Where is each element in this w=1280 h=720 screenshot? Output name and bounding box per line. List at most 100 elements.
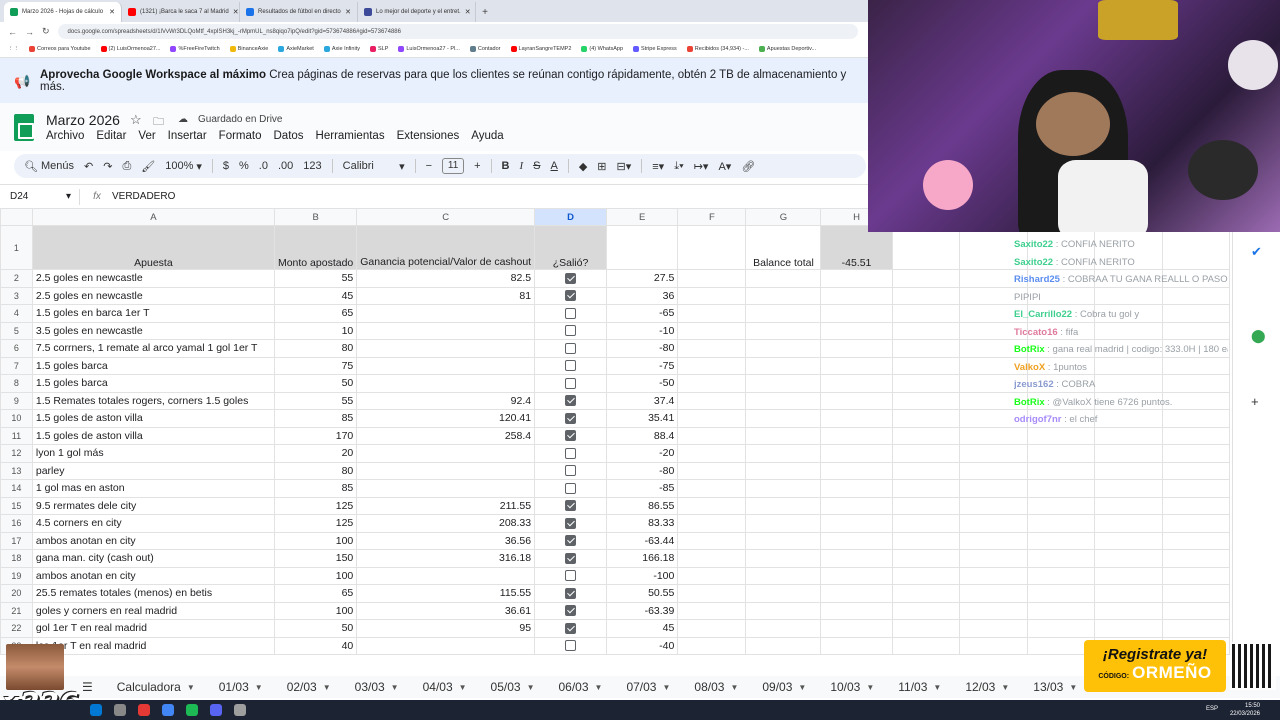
menus-search-button[interactable]: 🔍︎ Menús [24,160,74,173]
cell[interactable] [820,479,893,498]
cell[interactable] [1026,514,1096,533]
cell[interactable] [959,549,1028,568]
cell[interactable] [677,479,747,498]
cell[interactable] [677,356,747,375]
app-icon[interactable] [138,704,150,716]
column-header-d[interactable]: D [534,208,607,226]
checkbox-unchecked[interactable] [565,307,577,319]
row-number[interactable]: 11 [0,426,33,445]
add-addon-icon[interactable]: + [1251,394,1259,409]
menu-insertar[interactable]: Insertar [168,130,207,142]
cell-resultado[interactable]: -80 [605,461,679,480]
row-number[interactable]: 2 [0,269,33,288]
sheet-tab[interactable]: 01/03 ▼ [207,680,275,694]
cell-salio[interactable] [534,321,607,340]
cell[interactable] [891,514,961,533]
chrome-icon[interactable] [162,704,174,716]
doc-title[interactable]: Marzo 2026 [46,112,120,128]
row-number[interactable]: 3 [0,286,33,305]
cell[interactable] [745,321,822,340]
number-format-button[interactable]: 123 [303,160,321,172]
cell-ganancia[interactable]: 115.55 [356,584,536,603]
cell-resultado[interactable]: -63.44 [605,531,679,550]
cell-ganancia[interactable]: 92.4 [356,391,536,410]
cell[interactable] [891,339,961,358]
cell[interactable] [677,286,747,305]
cell-salio[interactable] [534,339,607,358]
header-apuesta[interactable]: Apuesta [31,225,275,270]
apps-grid-icon[interactable]: ⋮⋮ [8,46,19,52]
cell-resultado[interactable]: -75 [605,356,679,375]
cell[interactable] [820,391,893,410]
cell[interactable] [1026,531,1096,550]
menu-datos[interactable]: Datos [274,130,304,142]
cell-resultado[interactable]: -100 [605,566,679,585]
browser-tab-results[interactable]: Resultados de fútbol en directo ✕ [240,2,358,22]
cell-salio[interactable] [534,549,607,568]
tasks-icon[interactable]: ✔ [1251,244,1262,260]
checkbox-checked[interactable] [565,272,577,284]
cell-ganancia[interactable]: 316.18 [356,549,536,568]
cell[interactable] [745,479,822,498]
browser-tab-youtube[interactable]: (1321) ¡Barca le saca 7 al Madrid ✕ [122,2,240,22]
cell[interactable] [745,549,822,568]
menu-herramientas[interactable]: Herramientas [316,130,385,142]
cell[interactable] [891,374,961,393]
cell[interactable] [891,479,961,498]
cell-resultado[interactable]: 166.18 [605,549,679,568]
cell-salio[interactable] [534,619,607,638]
sheet-tab[interactable]: 06/03 ▼ [547,680,615,694]
row-number[interactable]: 18 [0,549,33,568]
cell-resultado[interactable]: -85 [605,479,679,498]
bold-icon[interactable]: B [502,160,510,172]
cell-monto[interactable]: 65 [273,304,358,323]
close-tab-icon[interactable]: ✕ [345,8,351,16]
currency-format-button[interactable]: $ [223,160,229,172]
cell[interactable] [677,461,747,480]
chevron-down-icon[interactable]: ▼ [459,683,467,692]
cell[interactable] [745,356,822,375]
font-size-input[interactable]: 11 [442,158,465,174]
cell[interactable] [959,584,1028,603]
cell-salio[interactable] [534,566,607,585]
cell[interactable] [745,391,822,410]
checkbox-checked[interactable] [565,395,577,407]
horizontal-align-icon[interactable]: ≡▾ [652,160,664,173]
cell-salio[interactable] [534,286,607,305]
sheet-tab[interactable]: 08/03 ▼ [682,680,750,694]
cell[interactable] [820,339,893,358]
cell[interactable] [891,391,961,410]
cell[interactable] [1161,549,1230,568]
cell[interactable] [677,339,747,358]
sheets-logo-icon[interactable] [14,114,34,141]
cell-resultado[interactable]: -80 [605,339,679,358]
bookmark-item[interactable]: (2) LuisOrmenoa27... [100,46,160,52]
cell[interactable] [1161,444,1230,463]
cell-resultado[interactable]: 88.4 [605,426,679,445]
cell[interactable] [959,444,1028,463]
cell-monto[interactable]: 75 [273,356,358,375]
cell-monto[interactable]: 85 [273,409,358,428]
cell[interactable] [1026,479,1096,498]
cell-monto[interactable]: 170 [273,426,358,445]
bookmark-item[interactable]: Recibidos (34,934) -... [686,46,749,52]
cell[interactable] [820,374,893,393]
cell-monto[interactable]: 40 [273,636,358,655]
cell[interactable] [677,531,747,550]
cell[interactable] [891,409,961,428]
cell[interactable] [1161,461,1230,480]
forward-icon[interactable]: → [25,27,34,37]
chevron-down-icon[interactable]: ▼ [255,683,263,692]
cell-ganancia[interactable]: 208.33 [356,514,536,533]
cell[interactable] [959,496,1028,515]
cell-apuesta[interactable]: ambos anotan en city [31,531,275,550]
cell[interactable] [820,584,893,603]
cell-ganancia[interactable]: 82.5 [356,269,536,288]
cell[interactable] [745,444,822,463]
sheet-tab[interactable]: 07/03 ▼ [614,680,682,694]
formula-input[interactable]: VERDADERO [112,191,175,202]
cell[interactable] [959,531,1028,550]
checkbox-unchecked[interactable] [565,640,577,652]
cell-salio[interactable] [534,601,607,620]
cell[interactable] [745,514,822,533]
